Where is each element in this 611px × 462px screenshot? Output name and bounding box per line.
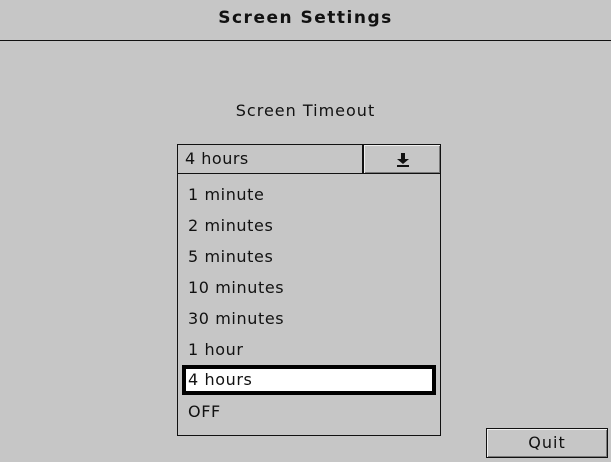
option-off[interactable]: OFF <box>182 398 436 428</box>
quit-button[interactable]: Quit <box>486 428 608 458</box>
screen-timeout-dropdown-button[interactable] <box>363 144 441 174</box>
option-2-minutes[interactable]: 2 minutes <box>182 212 436 242</box>
option-5-minutes[interactable]: 5 minutes <box>182 243 436 273</box>
window-title: Screen Settings <box>218 8 393 28</box>
option-4-hours-selected[interactable]: 4 hours <box>182 365 436 395</box>
option-30-minutes[interactable]: 30 minutes <box>182 305 436 335</box>
screen-timeout-options-list: 1 minute 2 minutes 5 minutes 10 minutes … <box>177 174 441 436</box>
option-1-hour[interactable]: 1 hour <box>182 336 436 366</box>
screen-timeout-select[interactable]: 4 hours <box>177 144 363 174</box>
title-bar: Screen Settings <box>0 0 611 41</box>
option-10-minutes[interactable]: 10 minutes <box>182 274 436 304</box>
option-1-minute[interactable]: 1 minute <box>182 181 436 211</box>
screen-timeout-label: Screen Timeout <box>235 101 376 120</box>
arrow-down-to-line-icon <box>397 153 409 167</box>
screen-timeout-current-value: 4 hours <box>185 149 249 168</box>
